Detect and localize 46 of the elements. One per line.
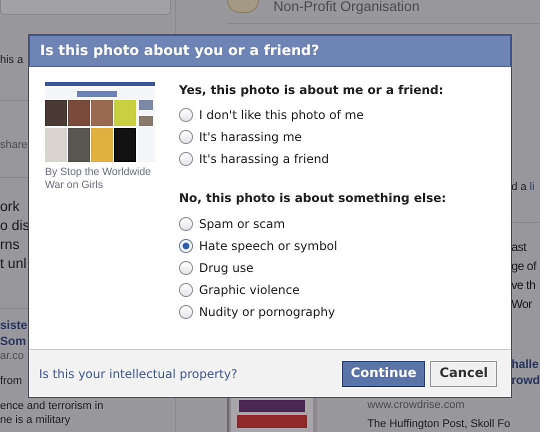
text-fragment: his a	[0, 53, 24, 67]
text-fragment: share	[0, 138, 28, 152]
organisation-name: Non-Profit Organisation	[273, 0, 420, 12]
text-fragment: t unl	[0, 254, 26, 273]
link-fragment[interactable]: Som	[0, 333, 26, 349]
text-fragment: ve th	[511, 277, 536, 294]
text-fragment: rns	[0, 235, 20, 254]
cancel-button[interactable]: Cancel	[430, 360, 497, 386]
text-fragment: ne is a military	[0, 413, 70, 427]
option-label[interactable]: Graphic violence	[199, 283, 300, 297]
text-fragment: ork	[0, 197, 20, 216]
text-fragment: ge of	[511, 258, 536, 275]
section-heading: No, this photo is about something else:	[179, 190, 446, 206]
section-heading: Yes, this photo is about me or a friend:	[179, 82, 444, 98]
option-label[interactable]: Spam or scam	[199, 217, 286, 231]
continue-button[interactable]: Continue	[342, 360, 426, 386]
link-fragment[interactable]: li	[530, 180, 535, 194]
radio-button[interactable]	[179, 239, 193, 253]
option-label[interactable]: It's harassing a friend	[199, 152, 329, 166]
dialog-title: Is this photo about you or a friend?	[29, 35, 511, 67]
option-label[interactable]: Nudity or pornography	[199, 305, 336, 319]
radio-button[interactable]	[179, 130, 193, 144]
photo-caption: By Stop the Worldwide War on Girls	[45, 166, 152, 192]
text-fragment: ast	[511, 239, 526, 256]
logo-icon	[227, 0, 260, 13]
radio-button[interactable]	[179, 305, 193, 319]
link[interactable]: Is this your intellectual property?	[39, 366, 238, 380]
radio-button[interactable]	[179, 217, 193, 231]
option-label[interactable]: Drug use	[199, 261, 254, 275]
radio-button[interactable]	[179, 152, 193, 166]
link-fragment[interactable]: rowd	[511, 372, 540, 388]
text-fragment: ence and terrorism in	[0, 399, 104, 413]
text-fragment: Wor	[511, 296, 532, 313]
link-fragment[interactable]: halle	[511, 356, 539, 372]
radio-button[interactable]	[179, 261, 193, 275]
text-fragment: ar.co	[0, 349, 24, 363]
link-fragment[interactable]: siste	[0, 317, 28, 333]
text-fragment: www.crowdrise.com	[367, 398, 465, 412]
option-label[interactable]: It's harassing me	[199, 130, 302, 144]
option-label[interactable]: Hate speech or symbol	[199, 239, 338, 253]
text-fragment: from	[0, 374, 22, 388]
radio-button[interactable]	[179, 283, 193, 297]
option-label[interactable]: I don't like this photo of me	[199, 108, 364, 122]
radio-button[interactable]	[179, 108, 193, 122]
text-fragment: The Huffington Post, Skoll Fo	[367, 418, 510, 430]
text-fragment: d a	[511, 180, 527, 194]
